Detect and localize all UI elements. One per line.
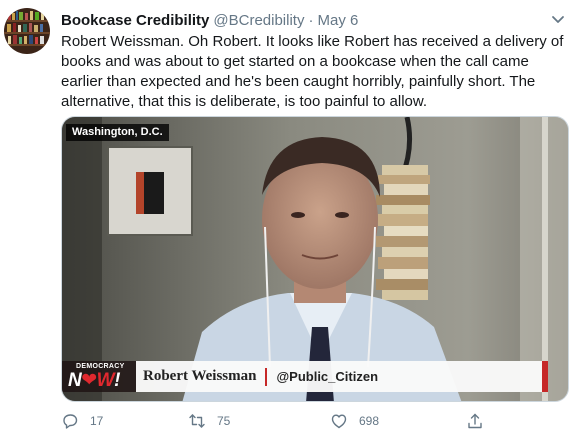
guest-name: Robert Weissman (143, 368, 257, 384)
retweet-icon (189, 414, 205, 428)
tweet-text: Robert Weissman. Oh Robert. It looks lik… (61, 33, 564, 110)
location-label: Washington, D.C. (66, 124, 169, 141)
tweet-actions: 17 75 698 (61, 412, 491, 434)
retweet-button[interactable]: 75 (188, 412, 230, 430)
reply-icon (63, 414, 78, 429)
retweet-count: 75 (217, 414, 231, 428)
display-name[interactable]: Bookcase Credibility (61, 12, 209, 29)
name-plate-divider (265, 367, 268, 386)
header-separator: · (308, 11, 314, 29)
tweet[interactable]: Bookcase Credibility @BCredibility · May… (0, 0, 575, 437)
lower-third: DEMOCRACY N❤W! Robert Weissman @Public_C… (62, 361, 548, 392)
reply-button[interactable]: 17 (61, 412, 103, 430)
name-plate: Robert Weissman @Public_Citizen (136, 361, 548, 392)
guest-organization: @Public_Citizen (276, 369, 379, 384)
tweet-date[interactable]: May 6 (317, 12, 358, 29)
video-still (62, 117, 568, 401)
like-count: 698 (359, 414, 380, 428)
heart-icon (331, 414, 347, 429)
bookcase-avatar[interactable] (4, 8, 50, 54)
like-button[interactable]: 698 (330, 412, 379, 430)
user-handle[interactable]: @BCredibility (213, 12, 304, 29)
chevron-down-icon[interactable] (549, 10, 567, 28)
tweet-header: Bookcase Credibility @BCredibility · May… (61, 9, 358, 31)
share-button[interactable] (466, 412, 495, 430)
democracy-now-logo: DEMOCRACY N❤W! (62, 361, 136, 392)
reply-count: 17 (90, 414, 104, 428)
share-icon (468, 413, 482, 429)
tweet-media[interactable]: Washington, D.C. DEMOCRACY N❤W! Robert W… (61, 116, 569, 402)
